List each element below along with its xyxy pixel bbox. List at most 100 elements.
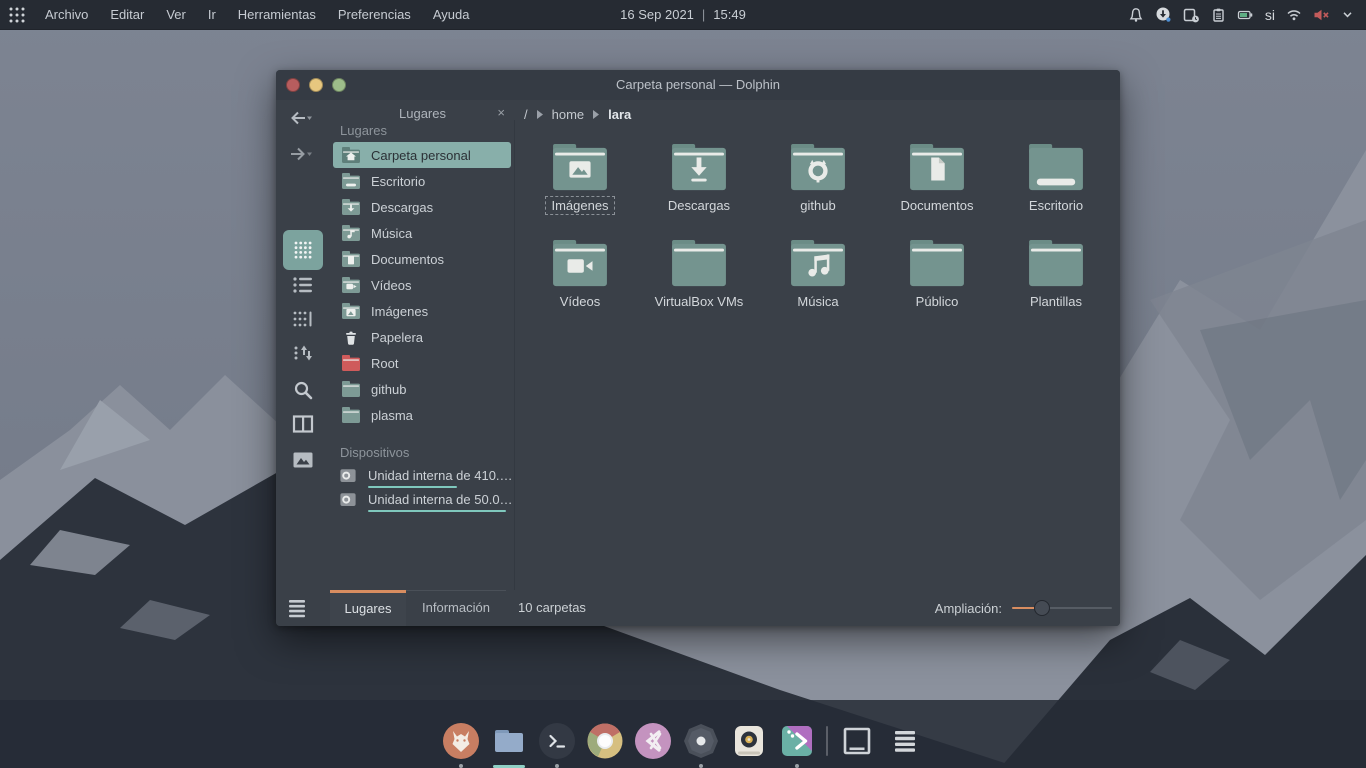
chromium-icon[interactable] xyxy=(586,722,624,760)
folder-github-icon xyxy=(787,144,849,194)
settings-icon[interactable] xyxy=(682,722,720,760)
application-launcher-icon[interactable] xyxy=(8,6,26,24)
device-notifier-icon[interactable] xyxy=(1183,7,1200,23)
menu-ver[interactable]: Ver xyxy=(155,0,197,30)
folder-icon xyxy=(341,407,361,424)
show-desktop-icon[interactable] xyxy=(838,722,876,760)
back-button[interactable] xyxy=(287,108,313,128)
folder-videos[interactable]: Vídeos xyxy=(524,240,636,311)
folder-label: Público xyxy=(911,293,964,310)
device-label: Unidad interna de 410.… xyxy=(368,468,514,483)
breadcrumb-root[interactable]: / xyxy=(524,107,528,122)
sidebar-item-label: plasma xyxy=(371,408,413,423)
menu-ir[interactable]: Ir xyxy=(197,0,227,30)
sidebar-device-2[interactable]: Unidad interna de 50.0… xyxy=(330,488,514,512)
side-toolbar xyxy=(276,100,330,590)
sidebar-item-musica[interactable]: Música xyxy=(333,220,511,246)
sidebar-item-documentos[interactable]: Documentos xyxy=(333,246,511,272)
keyboard-layout-indicator[interactable]: si xyxy=(1265,7,1275,23)
compact-view-button[interactable] xyxy=(292,310,314,328)
status-bar: Lugares Información 10 carpetas Ampliaci… xyxy=(276,590,1120,626)
running-indicator xyxy=(555,764,559,768)
folder-label: Vídeos xyxy=(555,293,605,310)
sort-button[interactable] xyxy=(292,343,314,363)
preview-button[interactable] xyxy=(293,452,314,469)
terminal-icon[interactable] xyxy=(538,722,576,760)
folder-descargas[interactable]: Descargas xyxy=(643,144,755,215)
device-usage-bar xyxy=(368,510,506,512)
tab-informacion[interactable]: Información xyxy=(406,590,506,626)
sidebar-item-carpeta-personal[interactable]: Carpeta personal xyxy=(333,142,511,168)
folder-musica[interactable]: Música xyxy=(762,240,874,311)
notifications-bell-icon[interactable] xyxy=(1128,7,1144,23)
folder-label: Plantillas xyxy=(1025,293,1087,310)
folder-escritorio[interactable]: Escritorio xyxy=(1000,144,1112,215)
clipboard-icon[interactable] xyxy=(1211,7,1226,23)
updates-available-icon[interactable] xyxy=(1155,6,1172,23)
clock[interactable]: 16 Sep 2021 | 15:49 xyxy=(620,7,746,22)
sidebar-item-root[interactable]: Root xyxy=(333,350,511,376)
folder-github[interactable]: github xyxy=(762,144,874,215)
folder-view[interactable]: Imágenes Descargas github Documentos Esc… xyxy=(515,128,1120,590)
sidebar-item-videos[interactable]: Vídeos xyxy=(333,272,511,298)
folder-plantillas[interactable]: Plantillas xyxy=(1000,240,1112,311)
panel-control-icon[interactable] xyxy=(288,598,306,618)
volume-muted-icon[interactable] xyxy=(1313,7,1330,23)
folder-imagenes[interactable]: Imágenes xyxy=(524,144,636,215)
system-tray: si xyxy=(1128,6,1366,23)
menu-herramientas[interactable]: Herramientas xyxy=(227,0,327,30)
device-label: Unidad interna de 50.0… xyxy=(368,492,514,507)
sidebar-item-escritorio[interactable]: Escritorio xyxy=(333,168,511,194)
menu-preferencias[interactable]: Preferencias xyxy=(327,0,422,30)
image-viewer-icon[interactable] xyxy=(778,722,816,760)
sidebar-item-github[interactable]: github xyxy=(333,376,511,402)
titlebar[interactable]: Carpeta personal — Dolphin xyxy=(276,70,1120,100)
split-view-button[interactable] xyxy=(292,415,314,434)
zoom-slider[interactable] xyxy=(1012,600,1112,616)
wifi-icon[interactable] xyxy=(1286,7,1302,22)
forward-button[interactable] xyxy=(287,144,313,164)
sidebar-item-plasma[interactable]: plasma xyxy=(333,402,511,428)
code-editor-icon[interactable] xyxy=(634,722,672,760)
tab-lugares[interactable]: Lugares xyxy=(330,590,406,626)
folder-images-icon xyxy=(341,303,361,320)
sidebar-item-descargas[interactable]: Descargas xyxy=(333,194,511,220)
folder-icon xyxy=(906,240,968,290)
folder-music-icon xyxy=(341,225,361,242)
search-icon[interactable] xyxy=(293,380,314,401)
hard-drive-icon xyxy=(338,467,358,484)
top-panel: Archivo Editar Ver Ir Herramientas Prefe… xyxy=(0,0,1366,30)
folder-desktop-icon xyxy=(341,173,361,190)
folder-label: Documentos xyxy=(896,197,979,214)
sidebar-device-1[interactable]: Unidad interna de 410.… xyxy=(330,464,514,488)
breadcrumb-lara[interactable]: lara xyxy=(608,107,631,122)
file-manager-icon[interactable] xyxy=(490,722,528,760)
sidebar-item-papelera[interactable]: Papelera xyxy=(333,324,511,350)
menu-ayuda[interactable]: Ayuda xyxy=(422,0,481,30)
global-menubar: Archivo Editar Ver Ir Herramientas Prefe… xyxy=(34,0,480,30)
battery-icon[interactable] xyxy=(1237,7,1254,23)
breadcrumb-home[interactable]: home xyxy=(552,107,585,122)
menu-archivo[interactable]: Archivo xyxy=(34,0,99,30)
icons-view-button[interactable] xyxy=(292,239,314,261)
menu-editar[interactable]: Editar xyxy=(99,0,155,30)
folder-publico[interactable]: Público xyxy=(881,240,993,311)
sidebar-item-label: Documentos xyxy=(371,252,444,267)
breadcrumb-caret-icon xyxy=(537,110,543,119)
sidebar-item-label: github xyxy=(371,382,406,397)
folder-desktop-icon xyxy=(1025,144,1087,194)
media-player-icon[interactable] xyxy=(730,722,768,760)
folder-documentos[interactable]: Documentos xyxy=(881,144,993,215)
folder-virtualbox-vms[interactable]: VirtualBox VMs xyxy=(643,240,755,311)
trash-icon xyxy=(341,329,361,346)
folder-image-icon xyxy=(549,144,611,194)
folder-documents-icon xyxy=(341,251,361,268)
dolphin-window: Carpeta personal — Dolphin Lugares × / h… xyxy=(276,70,1120,626)
folder-label: github xyxy=(795,197,840,214)
tray-expand-chevron-icon[interactable] xyxy=(1341,8,1354,21)
sidebar-item-imagenes[interactable]: Imágenes xyxy=(333,298,511,324)
list-view-button[interactable] xyxy=(292,276,314,294)
zoom-slider-handle[interactable] xyxy=(1034,600,1050,616)
dock-menu-icon[interactable] xyxy=(886,722,924,760)
firefox-icon[interactable] xyxy=(442,722,480,760)
